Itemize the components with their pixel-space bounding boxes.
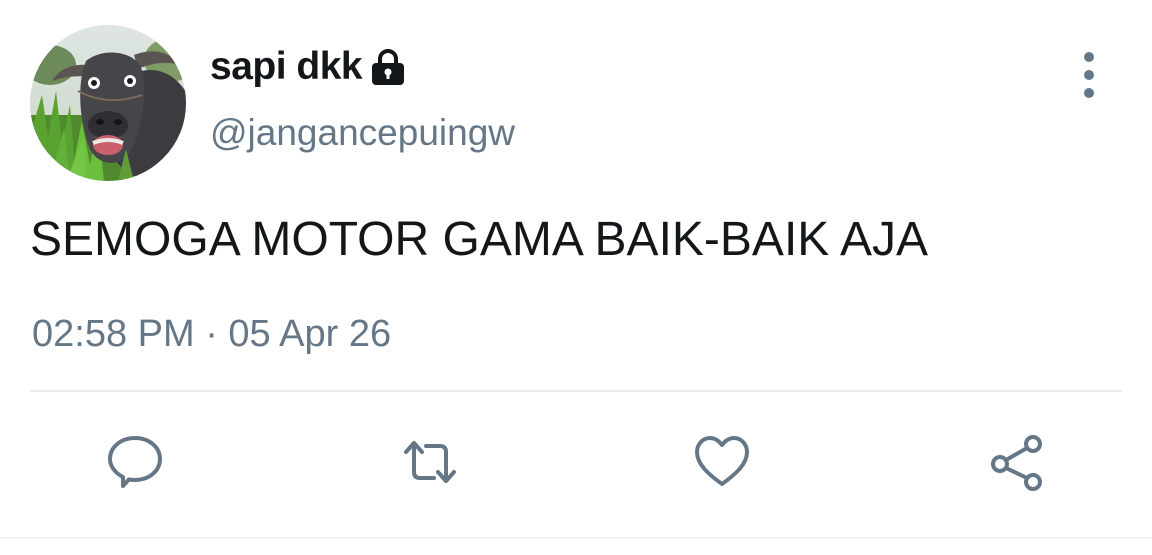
author-name-row: sapi dkk — [210, 44, 408, 90]
retweet-icon — [404, 441, 456, 483]
display-name[interactable]: sapi dkk — [210, 44, 363, 90]
more-options-button[interactable] — [1074, 52, 1104, 98]
more-dot — [1084, 88, 1094, 98]
heart-icon — [695, 436, 749, 486]
reply-button[interactable] — [105, 432, 165, 492]
like-button[interactable] — [692, 432, 752, 492]
avatar[interactable] — [30, 25, 186, 181]
tweet-timestamp[interactable]: 02:58 PM · 05 Apr 26 — [32, 311, 391, 357]
more-dot — [1084, 52, 1094, 62]
avatar-image — [30, 25, 186, 181]
tweet-text: SEMOGA MOTOR GAMA BAIK-BAIK AJA — [30, 213, 929, 266]
more-dot — [1084, 70, 1094, 80]
retweet-button[interactable] — [400, 432, 460, 492]
lock-icon — [368, 49, 408, 85]
reply-icon — [108, 436, 162, 488]
divider — [30, 390, 1122, 392]
share-button[interactable] — [987, 432, 1047, 492]
bottom-divider — [0, 537, 1152, 539]
share-icon — [991, 435, 1042, 491]
author-handle[interactable]: @jangancepuingw — [210, 110, 515, 156]
